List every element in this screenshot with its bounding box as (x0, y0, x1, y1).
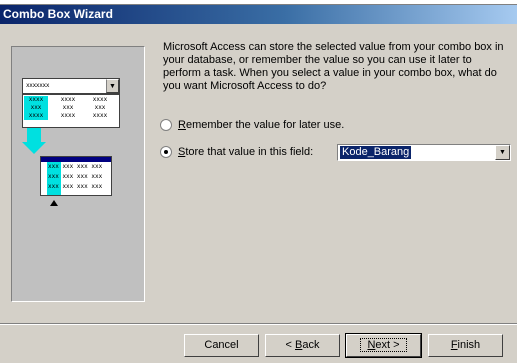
wizard-illustration: xxxxxxx ▼ xxxx xxx xxxx xxxx xxx xxxx xxxx xx… (11, 46, 145, 302)
window-title: Combo Box Wizard (3, 7, 113, 21)
chevron-down-icon[interactable]: ▼ (495, 145, 510, 160)
store-option[interactable]: Store that value in this field: (160, 144, 313, 160)
illustration-list: xxxx xxx xxxx xxxx xxx xxxx xxxx xxx xxxx (22, 94, 120, 128)
wizard-description: Microsoft Access can store the selected … (163, 41, 504, 92)
remember-option[interactable]: Remember the value for later use. (160, 117, 344, 133)
remember-label[interactable]: Remember the value for later use. (178, 119, 344, 131)
down-arrow-head-icon (22, 142, 46, 154)
remember-radio[interactable] (160, 119, 172, 131)
illustration-list-col: xxxx xxx xxxx (24, 96, 48, 120)
illustration-combo: xxxxxxx ▼ (22, 78, 120, 94)
field-select[interactable]: Kode_Barang ▼ (337, 144, 511, 161)
illustration-list-col: xxxx xxx xxxx (92, 96, 108, 119)
pointer-triangle-icon (50, 200, 58, 206)
illustration-combo-text: xxxxxxx (26, 82, 50, 89)
illustration-table: xxx xxx xxx xxx xxx xxx xxx xxx xxx xxx … (40, 156, 112, 196)
title-bar: Combo Box Wizard (0, 5, 517, 24)
field-select-value: Kode_Barang (340, 146, 412, 159)
divider (0, 323, 517, 325)
illustration-list-col: xxxx xxx xxxx (60, 96, 76, 119)
back-button[interactable]: < Back (265, 334, 340, 357)
cancel-button[interactable]: Cancel (184, 334, 259, 357)
store-radio[interactable] (160, 146, 172, 158)
wizard-dialog: xxxxxxx ▼ xxxx xxx xxxx xxxx xxx xxxx xxxx xx… (0, 24, 517, 363)
next-button[interactable]: Next > (345, 333, 422, 358)
chevron-down-icon: ▼ (106, 79, 119, 93)
store-label[interactable]: Store that value in this field: (178, 146, 313, 158)
finish-button[interactable]: Finish (428, 334, 503, 357)
down-arrow-icon (27, 128, 41, 142)
